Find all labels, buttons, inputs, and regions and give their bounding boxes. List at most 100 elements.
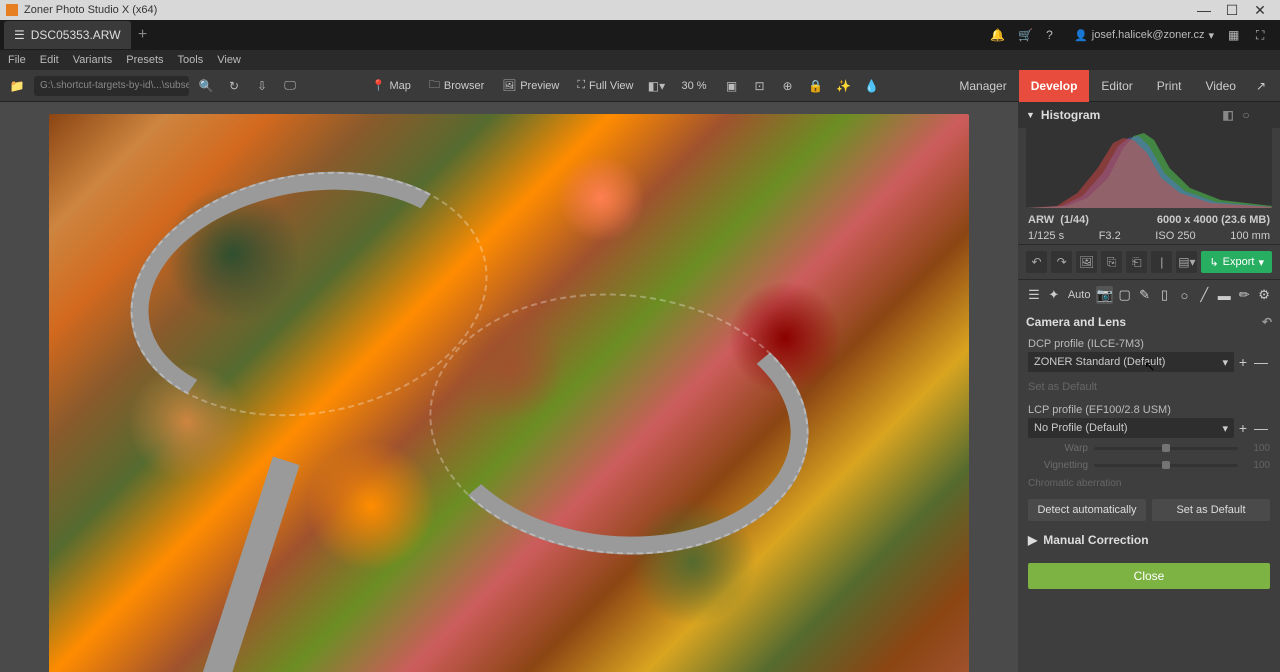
histogram-title: Histogram — [1041, 108, 1100, 122]
grid-icon[interactable]: ▦ — [1228, 28, 1242, 42]
menubar: File Edit Variants Presets Tools View — [0, 50, 1280, 70]
detect-auto-button[interactable]: Detect automatically — [1028, 499, 1146, 521]
mode-video[interactable]: Video — [1193, 70, 1247, 102]
cart-icon[interactable]: 🛒 — [1018, 28, 1032, 42]
file-dimensions: 6000 x 4000 (23.6 MB) — [1157, 214, 1270, 226]
external-icon[interactable]: ↗ — [1248, 79, 1274, 93]
manual-correction-header[interactable]: ▶ Manual Correction — [1018, 527, 1280, 553]
menu-tools[interactable]: Tools — [178, 54, 204, 66]
mode-develop[interactable]: Develop — [1019, 70, 1090, 102]
dcp-profile-dropdown[interactable]: ZONER Standard (Default) ▾ — [1028, 352, 1234, 372]
search-icon[interactable]: 🔍 — [195, 75, 217, 97]
gradient2-icon[interactable]: ▬ — [1216, 286, 1232, 304]
fullview-button[interactable]: ⛶Full View — [571, 75, 639, 97]
export-button[interactable]: ↳ Export ▾ — [1201, 251, 1272, 273]
mode-editor[interactable]: Editor — [1089, 70, 1144, 102]
image-viewport[interactable] — [0, 102, 1018, 672]
help-icon[interactable]: ? — [1046, 28, 1060, 42]
account-menu[interactable]: 👤 josef.halicek@zoner.cz ▾ — [1074, 29, 1214, 42]
retouch-icon[interactable]: ✎ — [1137, 286, 1153, 304]
chevron-down-icon: ▾ — [1208, 29, 1214, 42]
caret-right-icon: ▶ — [1028, 533, 1037, 547]
wand-icon[interactable]: ✨ — [833, 75, 855, 97]
document-tabbar: ☰ DSC05353.ARW + 🔔 🛒 ? 👤 josef.halicek@z… — [0, 20, 1280, 50]
warp-slider[interactable]: Warp 100 — [1018, 440, 1280, 457]
chevron-down-icon: ▾ — [1222, 356, 1228, 369]
minimize-button[interactable]: — — [1190, 2, 1218, 18]
dcp-remove-button[interactable]: — — [1252, 354, 1270, 370]
new-tab-button[interactable]: + — [131, 26, 155, 44]
lcp-add-button[interactable]: + — [1234, 420, 1252, 436]
compare-icon[interactable]: ◧▾ — [645, 75, 667, 97]
browser-view-button[interactable]: 🗀Browser — [423, 75, 490, 97]
export-arrow-icon: ↳ — [1209, 256, 1218, 269]
set-default-button[interactable]: Set as Default — [1152, 499, 1270, 521]
close-window-button[interactable]: ✕ — [1246, 2, 1274, 19]
refresh-icon[interactable]: ↻ — [223, 75, 245, 97]
preview-view-button[interactable]: 🖼Preview — [496, 75, 565, 97]
redo-icon[interactable]: ↷ — [1051, 251, 1072, 273]
mode-print[interactable]: Print — [1145, 70, 1194, 102]
straighten-icon[interactable]: ▯ — [1157, 286, 1173, 304]
menu-file[interactable]: File — [8, 54, 26, 66]
shadow-clip-icon[interactable]: ○ — [1238, 108, 1254, 122]
zoom-icon[interactable]: ⊕ — [777, 75, 799, 97]
highlight-clip-icon[interactable]: ◧ — [1220, 108, 1236, 122]
folder-open-icon: 🗀 — [429, 76, 440, 95]
copy-icon[interactable]: ⎘ — [1101, 251, 1122, 273]
menu-edit[interactable]: Edit — [40, 54, 59, 66]
chevron-down-icon: ▾ — [1222, 422, 1228, 435]
fit-icon[interactable]: ▣ — [721, 75, 743, 97]
aperture: F3.2 — [1099, 230, 1121, 242]
iso: ISO 250 — [1155, 230, 1195, 242]
tool-strip: ☰ ✦ Auto 📷 ▢ ✎ ▯ ○ ╱ ▬ ✏ ⚙ — [1018, 280, 1280, 310]
gear-icon[interactable]: ⚙ — [1256, 286, 1272, 304]
file-format: ARW — [1028, 214, 1054, 226]
preset-icon[interactable]: ▤▾ — [1176, 251, 1197, 273]
map-view-button[interactable]: 📍Map — [366, 75, 417, 97]
lcp-remove-button[interactable]: — — [1252, 420, 1270, 436]
lcp-label: LCP profile (EF100/2.8 USM) — [1018, 400, 1280, 416]
lcp-profile-dropdown[interactable]: No Profile (Default) ▾ — [1028, 418, 1234, 438]
folder-icon[interactable]: 📁 — [6, 75, 28, 97]
import-icon[interactable]: ⇩ — [251, 75, 273, 97]
magic-icon[interactable]: ✦ — [1046, 286, 1062, 304]
menu-view[interactable]: View — [217, 54, 241, 66]
crop-icon[interactable]: ▢ — [1117, 286, 1133, 304]
chromatic-checkbox[interactable]: Chromatic aberration — [1018, 474, 1280, 493]
dcp-set-default[interactable]: Set as Default — [1028, 378, 1270, 396]
auto-button[interactable]: Auto — [1068, 289, 1091, 301]
histogram-header[interactable]: ▼ Histogram ◧ ○ — [1018, 102, 1280, 128]
bell-icon[interactable]: 🔔 — [990, 28, 1004, 42]
eyedrop-icon[interactable]: 💧 — [861, 75, 883, 97]
camera-icon[interactable]: 📷 — [1096, 286, 1112, 304]
focal-length: 100 mm — [1230, 230, 1270, 242]
revert-icon[interactable]: ↶ — [1262, 315, 1272, 329]
dcp-add-button[interactable]: + — [1234, 354, 1252, 370]
pencil-icon[interactable]: ✏ — [1236, 286, 1252, 304]
mode-manager[interactable]: Manager — [947, 70, 1018, 102]
path-input[interactable]: G:\.shortcut-targets-by-id\...\subset — [34, 76, 189, 96]
lock-icon[interactable]: 🔒 — [805, 75, 827, 97]
close-button[interactable]: Close — [1028, 563, 1270, 589]
maximize-button[interactable]: ☐ — [1218, 2, 1246, 19]
menu-presets[interactable]: Presets — [126, 54, 163, 66]
document-tab[interactable]: ☰ DSC05353.ARW — [4, 21, 131, 49]
shutter-speed: 1/125 s — [1028, 230, 1064, 242]
circle-icon[interactable]: ○ — [1176, 286, 1192, 304]
onetoone-icon[interactable]: ⊡ — [749, 75, 771, 97]
vignetting-slider[interactable]: Vignetting 100 — [1018, 457, 1280, 474]
compare-icon2[interactable]: 🖼 — [1076, 251, 1097, 273]
adjustments-icon[interactable]: ☰ — [1026, 286, 1042, 304]
undo-icon[interactable]: ↶ — [1026, 251, 1047, 273]
fullscreen-icon[interactable]: ⛶ — [1256, 28, 1270, 42]
develop-panel: ▼ Histogram ◧ ○ ARW (1/44) 6000 x 4000 (… — [1018, 102, 1280, 672]
pin-icon: 📍 — [372, 79, 386, 92]
file-count: (1/44) — [1060, 214, 1089, 226]
zoom-level[interactable]: 30 % — [673, 80, 714, 92]
screen-icon[interactable]: 🖵 — [279, 75, 301, 97]
paste-icon[interactable]: ⎗ — [1126, 251, 1147, 273]
tab-filename: DSC05353.ARW — [31, 28, 121, 42]
menu-variants[interactable]: Variants — [73, 54, 113, 66]
brush-icon[interactable]: ╱ — [1196, 286, 1212, 304]
